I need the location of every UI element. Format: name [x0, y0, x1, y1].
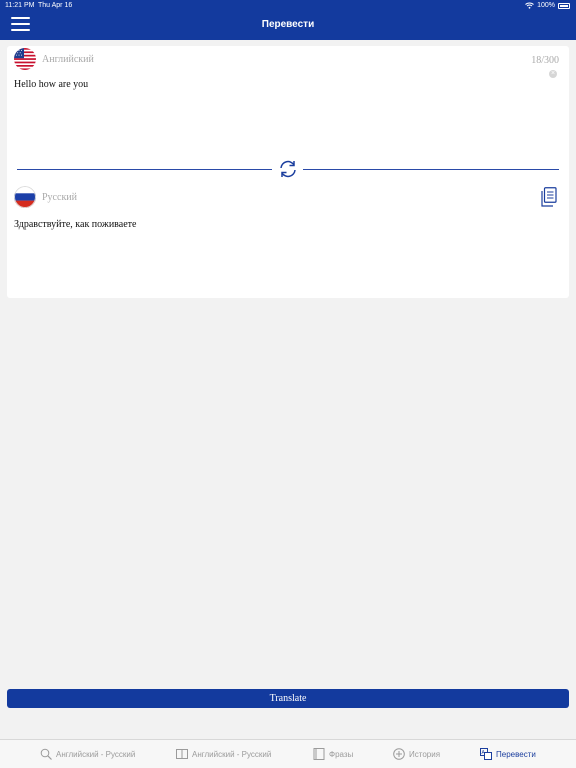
history-icon	[393, 748, 405, 760]
tab-label: Английский - Русский	[56, 749, 136, 759]
status-bar: 11:21 PM Thu Apr 16 100%	[0, 0, 576, 12]
russia-flag-icon[interactable]	[14, 186, 36, 208]
translated-text: Здравствуйте, как поживаете	[14, 219, 137, 230]
tab-label: Фразы	[329, 749, 354, 759]
battery-icon	[558, 2, 570, 9]
tab-phrases[interactable]: Фразы	[313, 748, 353, 760]
source-text-input[interactable]: Hello how are you	[14, 79, 554, 90]
page-title: Перевести	[261, 19, 315, 30]
tab-history[interactable]: История	[393, 748, 440, 760]
wifi-icon	[525, 2, 534, 9]
source-language-label[interactable]: Английский	[42, 54, 94, 65]
status-time: 11:21 PM	[5, 2, 35, 9]
clear-icon[interactable]: ×	[549, 70, 557, 78]
swap-languages-icon[interactable]	[277, 158, 299, 180]
tab-bar: Английский - Русский Английский - Русски…	[0, 739, 576, 768]
translation-card: Английский 18/300 × Hello how are you Ру…	[7, 46, 569, 298]
tab-dictionary-search[interactable]: Английский - Русский	[40, 748, 135, 760]
header-bar: 11:21 PM Thu Apr 16 100% Перевести	[0, 0, 576, 40]
status-date: Thu Apr 16	[38, 2, 73, 9]
translate-icon: A	[480, 748, 492, 760]
divider-left	[17, 169, 272, 170]
search-icon	[40, 748, 52, 760]
tab-label: Английский - Русский	[192, 749, 272, 759]
tab-label: История	[409, 749, 441, 759]
tab-dictionary-book[interactable]: Английский - Русский	[176, 748, 271, 760]
phrasebook-icon	[313, 748, 325, 760]
character-counter: 18/300	[531, 55, 559, 66]
us-flag-icon[interactable]	[14, 48, 36, 70]
copy-icon[interactable]	[541, 187, 557, 207]
target-language-label[interactable]: Русский	[42, 192, 77, 203]
translate-screen: 11:21 PM Thu Apr 16 100% Перевести Англи…	[0, 0, 576, 768]
translate-button[interactable]: Translate	[7, 689, 569, 708]
battery-percent: 100%	[537, 2, 555, 9]
status-indicators: 100%	[525, 2, 570, 9]
tab-label: Перевести	[496, 749, 536, 759]
book-icon	[176, 749, 188, 759]
divider-right	[303, 169, 559, 170]
tab-translate[interactable]: A Перевести	[480, 748, 536, 760]
